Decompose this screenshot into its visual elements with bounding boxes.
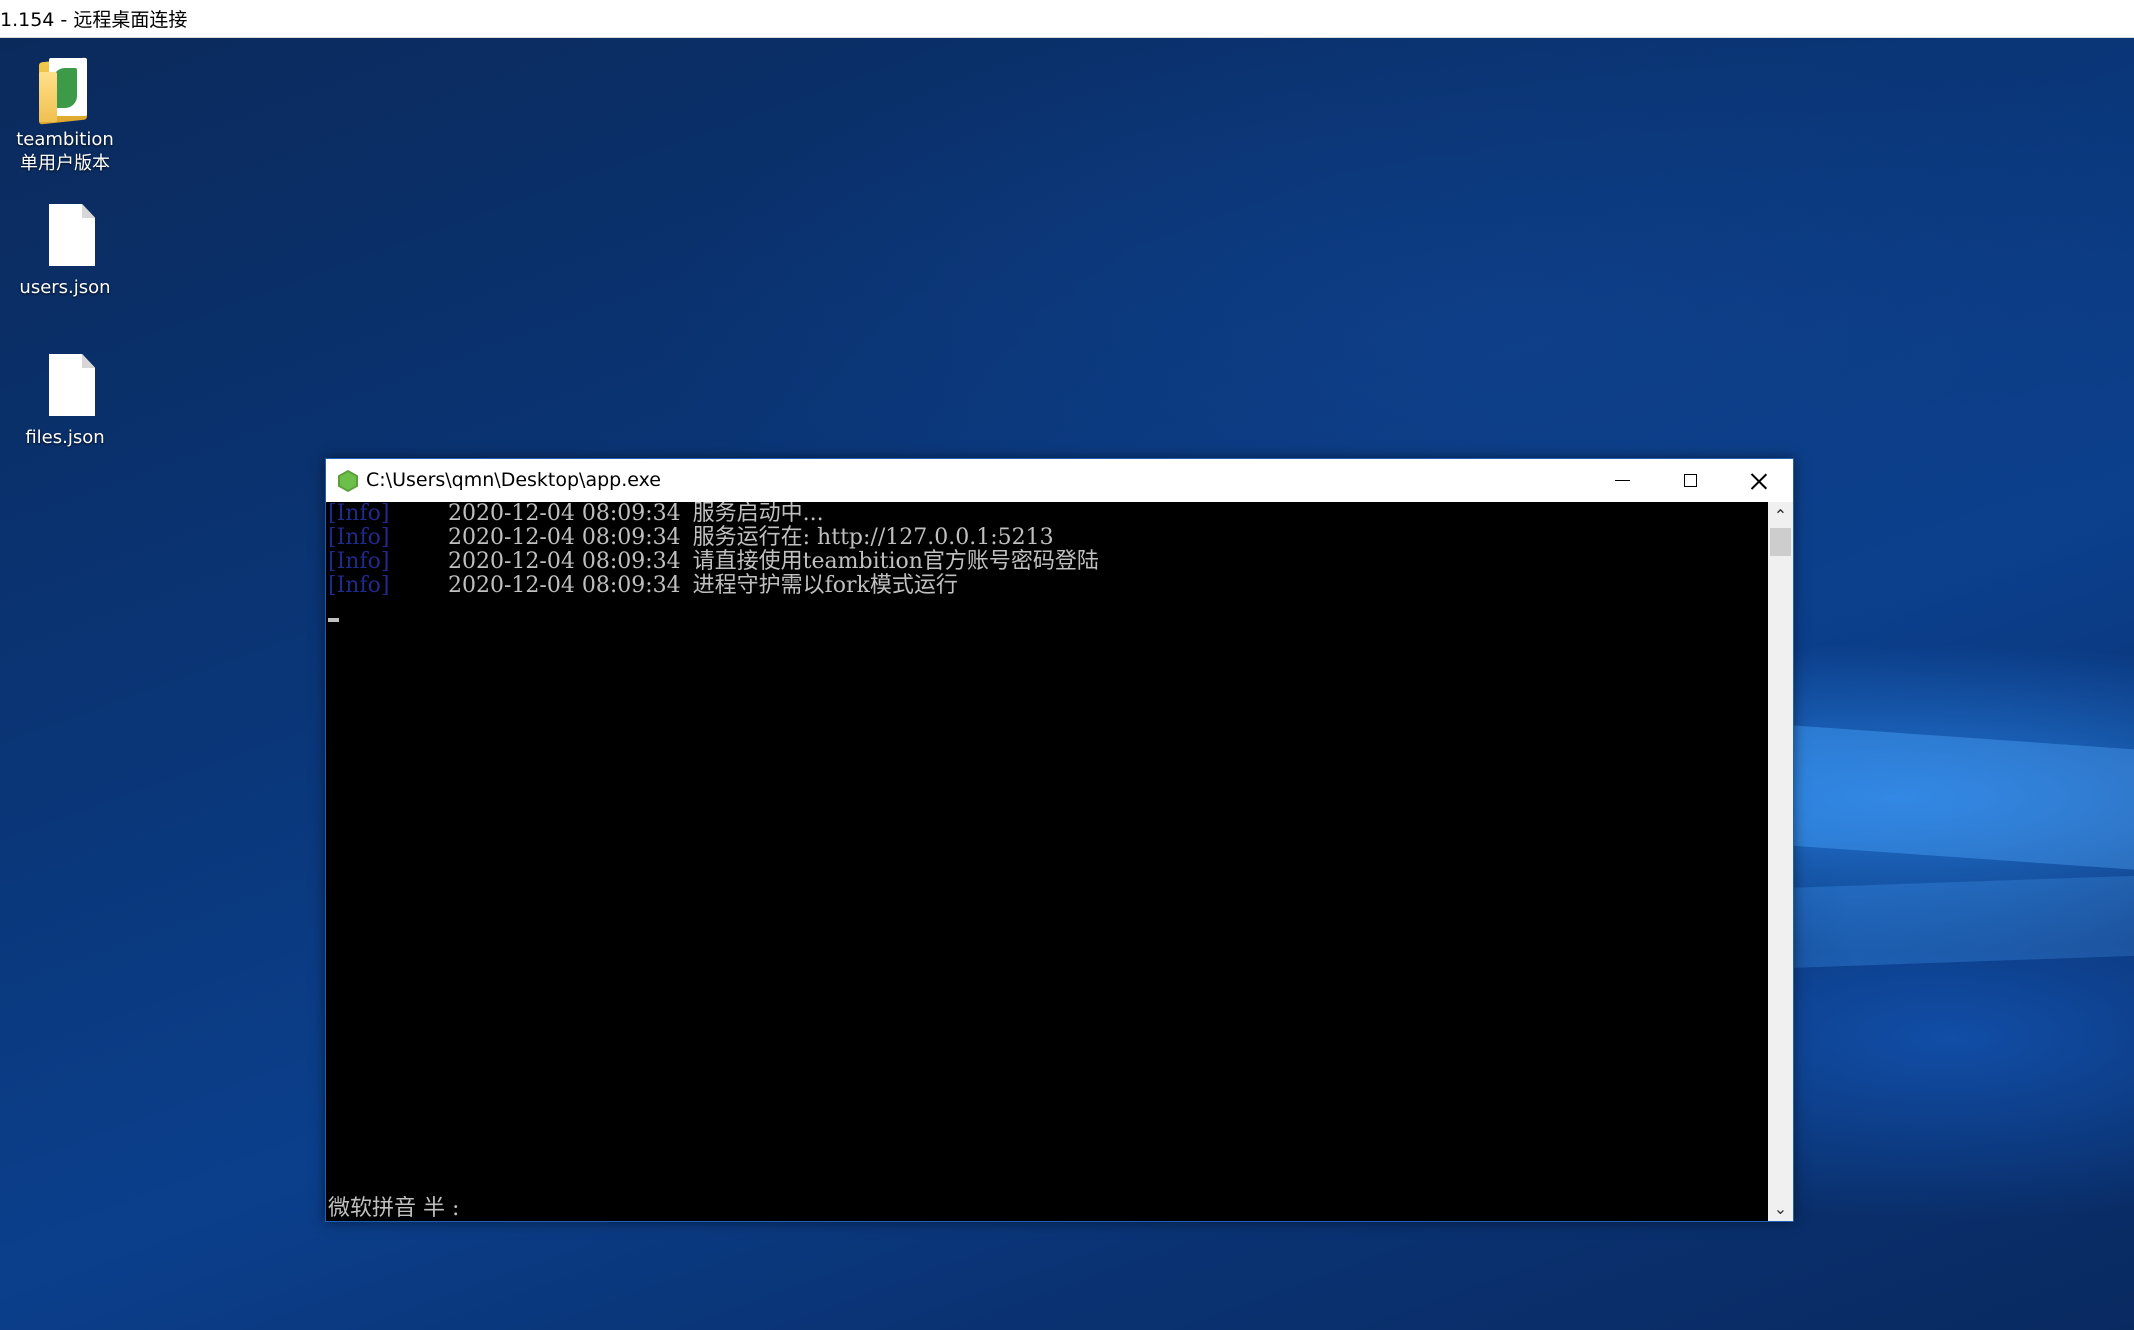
log-time: 2020-12-04 08:09:34 bbox=[448, 573, 681, 598]
log-tag: [Info] bbox=[328, 502, 390, 526]
remote-desktop-session: 1.154 - 远程桌面连接 teambition 单用户版本 users.js… bbox=[0, 0, 2134, 1330]
log-time: 2020-12-04 08:09:34 bbox=[448, 525, 681, 550]
chevron-down-icon: ⌄ bbox=[1773, 1198, 1788, 1218]
desktop-icon-users-json[interactable]: users.json bbox=[0, 200, 130, 300]
text-cursor bbox=[328, 618, 339, 622]
vertical-scrollbar[interactable]: ⌃ ⌄ bbox=[1768, 502, 1793, 1221]
log-time: 2020-12-04 08:09:34 bbox=[448, 549, 681, 574]
rdp-window-title: 1.154 - 远程桌面连接 bbox=[0, 9, 188, 31]
rdp-title-bar[interactable]: 1.154 - 远程桌面连接 bbox=[0, 0, 2134, 38]
log-time: 2020-12-04 08:09:34 bbox=[448, 502, 681, 526]
close-button[interactable] bbox=[1725, 459, 1793, 502]
log-message: 请直接使用teambition官方账号密码登陆 bbox=[692, 549, 1099, 574]
file-icon bbox=[33, 350, 97, 422]
file-icon bbox=[33, 200, 97, 272]
log-line: [Info] 2020-12-04 08:09:34 服务运行在: http://1… bbox=[328, 526, 1054, 550]
log-tag: [Info] bbox=[328, 525, 390, 550]
desktop-icon-teambition[interactable]: teambition 单用户版本 bbox=[0, 52, 130, 176]
log-line: [Info] 2020-12-04 08:09:34 请直接使用teambition… bbox=[328, 550, 1099, 574]
console-window-title: C:\Users\qmn\Desktop\app.exe bbox=[366, 469, 661, 491]
chevron-up-icon: ⌃ bbox=[1773, 505, 1788, 525]
minimize-button[interactable] bbox=[1588, 459, 1656, 502]
minimize-icon bbox=[1614, 480, 1630, 481]
close-icon bbox=[1751, 473, 1767, 489]
scroll-up-button[interactable]: ⌃ bbox=[1768, 502, 1793, 528]
log-line: [Info] 2020-12-04 08:09:34 进程守护需以fork模式运行 bbox=[328, 574, 958, 598]
log-line: [Info] 2020-12-04 08:09:34 服务启动中... bbox=[328, 502, 824, 526]
log-tag: [Info] bbox=[328, 573, 390, 598]
console-title-bar[interactable]: C:\Users\qmn\Desktop\app.exe bbox=[326, 459, 1793, 502]
console-window[interactable]: C:\Users\qmn\Desktop\app.exe [Info] 2020-… bbox=[325, 458, 1794, 1222]
scroll-thumb[interactable] bbox=[1770, 528, 1791, 556]
desktop-icon-files-json[interactable]: files.json bbox=[0, 350, 130, 450]
desktop-icon-label-line2: 单用户版本 bbox=[20, 153, 110, 174]
scroll-down-button[interactable]: ⌄ bbox=[1768, 1195, 1793, 1221]
node-hexagon-icon bbox=[338, 470, 358, 492]
desktop-icon-label: files.json bbox=[25, 427, 105, 448]
log-message: 服务运行在: http://127.0.0.1:5213 bbox=[692, 525, 1054, 550]
maximize-button[interactable] bbox=[1656, 459, 1724, 502]
teambition-folder-icon bbox=[33, 52, 97, 125]
log-message: 进程守护需以fork模式运行 bbox=[692, 573, 958, 598]
log-message: 服务启动中... bbox=[692, 502, 824, 526]
ime-status-text: 微软拼音 半 : bbox=[328, 1196, 460, 1221]
console-output[interactable]: [Info] 2020-12-04 08:09:34 服务启动中... [Info]… bbox=[326, 502, 1768, 1221]
log-tag: [Info] bbox=[328, 549, 390, 574]
desktop-icon-label: users.json bbox=[19, 277, 111, 298]
maximize-icon bbox=[1683, 474, 1697, 487]
desktop-icon-label: teambition bbox=[16, 129, 114, 150]
